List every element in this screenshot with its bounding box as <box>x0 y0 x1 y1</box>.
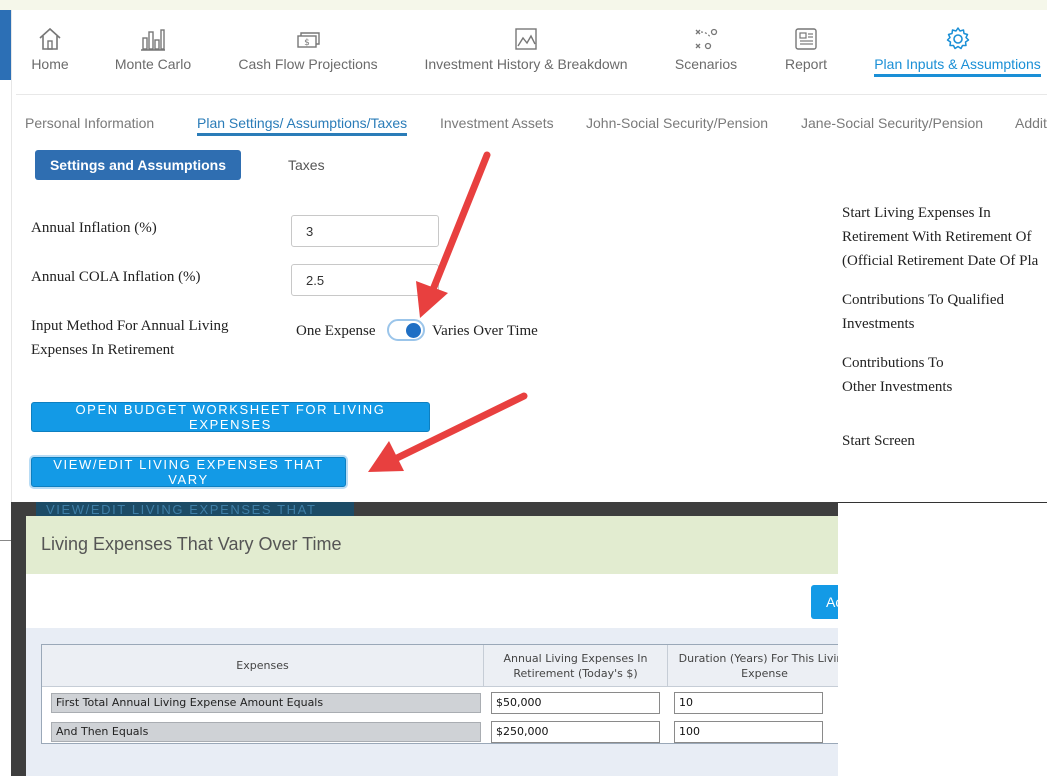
settings-assumptions-button[interactable]: Settings and Assumptions <box>35 150 241 180</box>
left-accent-bar <box>0 10 11 80</box>
expense-method-toggle[interactable] <box>387 319 425 341</box>
inflation-input[interactable] <box>291 215 439 247</box>
open-budget-worksheet-button[interactable]: OPEN BUDGET WORKSHEET FOR LIVING EXPENSE… <box>31 402 430 432</box>
nav-separator <box>16 94 1047 95</box>
nav-scenarios-label: Scenarios <box>674 56 738 72</box>
nav-monte-carlo-label: Monte Carlo <box>114 56 192 72</box>
nav-investment-history[interactable]: Investment History & Breakdown <box>420 26 632 86</box>
gear-icon <box>870 26 1045 54</box>
dialog-title: Living Expenses That Vary Over Time <box>41 534 342 554</box>
nav-plan-inputs[interactable]: Plan Inputs & Assumptions <box>870 26 1045 86</box>
right-panel-divider <box>838 502 1047 503</box>
nav-cash-flow[interactable]: $ Cash Flow Projections <box>232 26 384 86</box>
toggle-left-label: One Expense <box>296 323 376 339</box>
amount-input[interactable]: $50,000 <box>491 692 660 714</box>
nav-home-label: Home <box>31 56 69 72</box>
qualified-contributions-line-2: Investments <box>842 316 915 332</box>
add-button[interactable]: Ac <box>811 585 838 619</box>
toggle-knob <box>406 323 421 338</box>
nav-investment-history-label: Investment History & Breakdown <box>424 56 628 72</box>
column-header-expenses: Expenses <box>42 645 484 687</box>
table-row-label: First Total Annual Living Expense Amount… <box>51 693 481 713</box>
left-divider <box>11 10 12 502</box>
nav-monte-carlo[interactable]: Monte Carlo <box>110 26 196 86</box>
other-contributions-line-2: Other Investments <box>842 379 953 395</box>
image-chart-icon <box>420 26 632 54</box>
varying-expenses-dialog: Living Expenses That Vary Over Time Ac E… <box>26 516 838 776</box>
start-screen-label: Start Screen <box>842 433 915 449</box>
nav-report-label: Report <box>784 56 828 72</box>
cola-label: Annual COLA Inflation (%) <box>31 269 201 285</box>
backdrop-ghost-button: VIEW/EDIT LIVING EXPENSES THAT VARY <box>36 502 354 516</box>
scenario-play-icon <box>670 26 742 54</box>
start-living-expenses-line-2: Retirement With Retirement Of <box>842 229 1032 245</box>
inflation-label: Annual Inflation (%) <box>31 220 157 236</box>
bar-chart-icon <box>110 26 196 54</box>
dialog-toolbar <box>26 574 838 628</box>
taxes-tab[interactable]: Taxes <box>288 157 325 173</box>
dialog-header: Living Expenses That Vary Over Time <box>26 516 838 574</box>
cola-input[interactable] <box>291 264 439 296</box>
duration-input[interactable]: 100 <box>674 721 823 743</box>
column-header-duration: Duration (Years) For This Living Expense <box>668 645 838 687</box>
tab-additional[interactable]: Addit <box>1015 115 1047 131</box>
input-method-label-line-2: Expenses In Retirement <box>31 342 175 358</box>
svg-text:$: $ <box>304 38 310 48</box>
nav-plan-inputs-label: Plan Inputs & Assumptions <box>874 56 1041 77</box>
start-living-expenses-line-1: Start Living Expenses In <box>842 205 991 221</box>
input-method-label-line-1: Input Method For Annual Living <box>31 318 229 334</box>
table-row-label: And Then Equals <box>51 722 481 742</box>
nav-report[interactable]: Report <box>780 26 832 86</box>
duration-input[interactable]: 10 <box>674 692 823 714</box>
toggle-right-label: Varies Over Time <box>432 323 538 339</box>
tab-investment-assets[interactable]: Investment Assets <box>440 115 554 131</box>
other-contributions-line-1: Contributions To <box>842 355 944 371</box>
top-strip <box>0 0 1047 10</box>
amount-input[interactable]: $250,000 <box>491 721 660 743</box>
start-living-expenses-line-3: (Official Retirement Date Of Pla <box>842 253 1039 269</box>
expenses-table: Expenses Annual Living Expenses In Retir… <box>41 644 838 744</box>
nav-scenarios[interactable]: Scenarios <box>670 26 742 86</box>
home-icon <box>30 26 70 54</box>
nav-cash-flow-label: Cash Flow Projections <box>238 56 378 72</box>
view-edit-varying-expenses-button[interactable]: VIEW/EDIT LIVING EXPENSES THAT VARY <box>31 457 346 487</box>
tab-john-social-security[interactable]: John-Social Security/Pension <box>586 115 768 131</box>
tab-personal-information[interactable]: Personal Information <box>25 115 154 131</box>
tab-plan-settings[interactable]: Plan Settings/ Assumptions/Taxes <box>197 115 408 136</box>
qualified-contributions-line-1: Contributions To Qualified <box>842 292 1004 308</box>
left-dash <box>0 540 11 541</box>
tab-jane-social-security[interactable]: Jane-Social Security/Pension <box>801 115 983 131</box>
report-icon <box>780 26 832 54</box>
cash-icon: $ <box>232 26 384 54</box>
column-header-amount: Annual Living Expenses In Retirement (To… <box>484 645 668 687</box>
nav-home[interactable]: Home <box>30 26 70 86</box>
